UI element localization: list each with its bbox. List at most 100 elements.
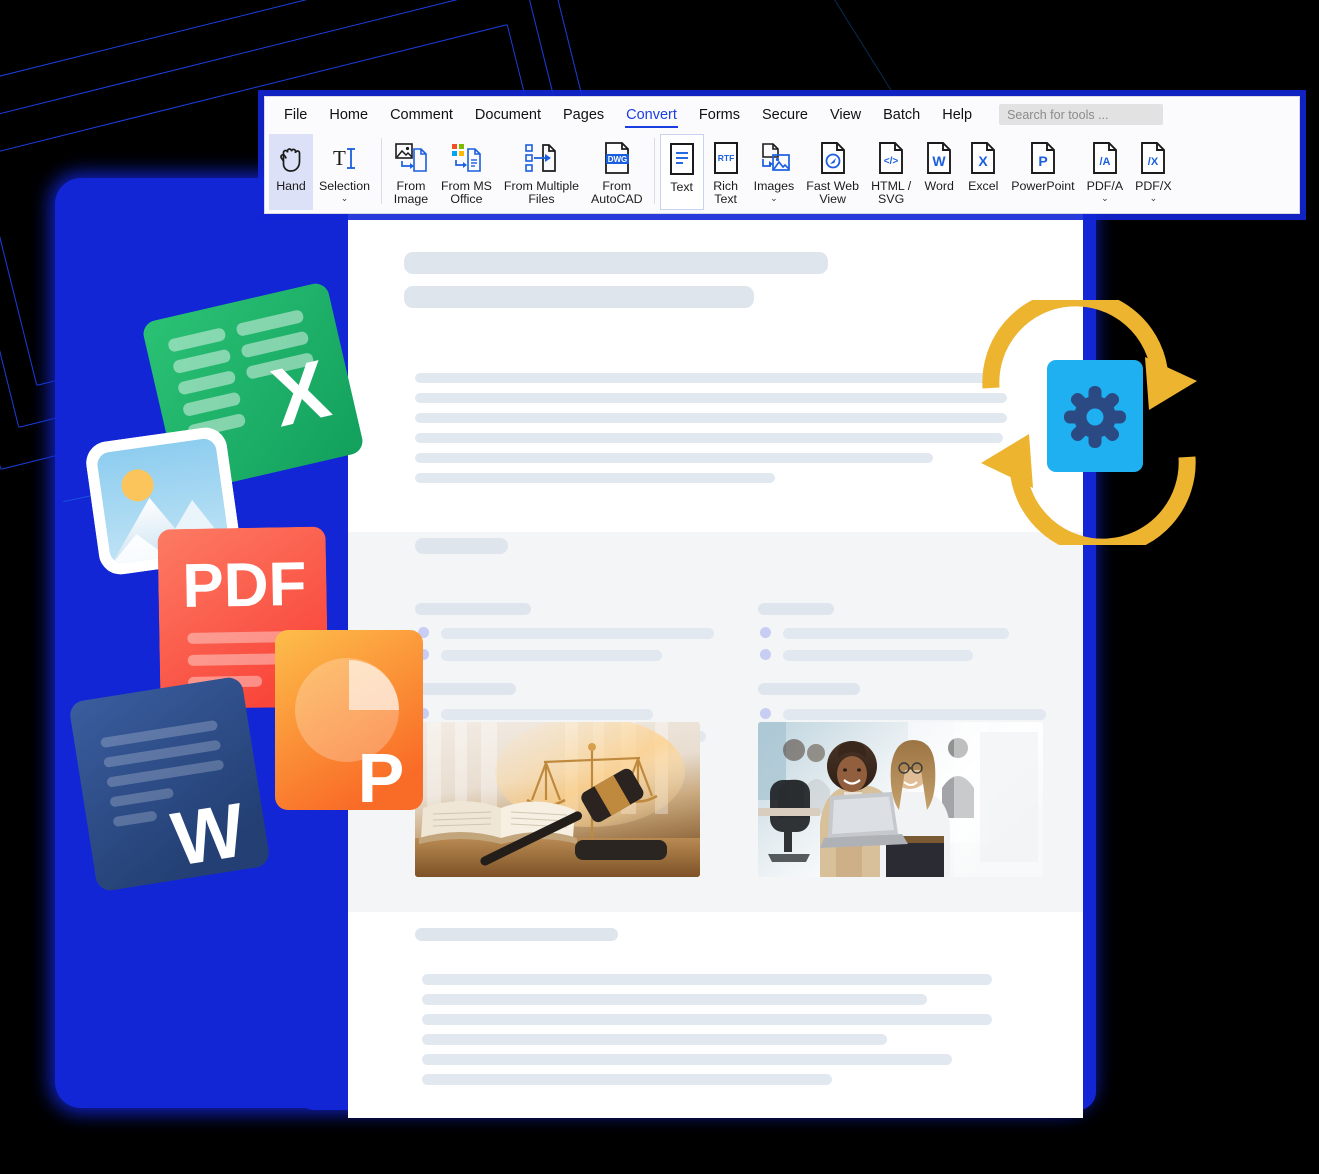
photo-office (758, 722, 1043, 877)
skeleton-bullet-line (441, 650, 662, 661)
svg-text:P: P (1038, 153, 1047, 169)
menu-bar: File Home Comment Document Pages Convert… (265, 97, 1299, 132)
tool-images[interactable]: Images ⌄ (748, 134, 801, 205)
gear-icon (1064, 386, 1126, 448)
powerpoint-doc-icon: P (275, 630, 423, 817)
toolbar-divider (380, 138, 382, 204)
from-ms-office-icon (448, 138, 484, 178)
tool-fast-web-view[interactable]: Fast Web View (800, 134, 865, 210)
tool-pdf-a-label: PDF/A (1086, 179, 1124, 193)
ribbon-toolbar: File Home Comment Document Pages Convert… (264, 96, 1300, 214)
skeleton-line (415, 433, 1003, 443)
word-doc-icon: W (68, 675, 271, 892)
document-preview-page (348, 118, 1083, 1118)
chevron-down-icon[interactable]: ⌄ (1150, 194, 1158, 203)
menu-item-batch[interactable]: Batch (872, 103, 931, 127)
tool-powerpoint[interactable]: P PowerPoint (1005, 134, 1080, 196)
tool-from-image-label: From Image (393, 179, 429, 207)
menu-item-document[interactable]: Document (464, 103, 552, 127)
tool-excel[interactable]: X Excel (961, 134, 1005, 196)
bullet-dot (760, 649, 771, 660)
skeleton-line (422, 994, 927, 1005)
fast-web-view-icon (819, 138, 847, 178)
tool-powerpoint-label: PowerPoint (1011, 179, 1075, 193)
tool-rich-text[interactable]: RTF Rich Text (704, 134, 748, 210)
skeleton-bullet-line (441, 709, 653, 720)
skeleton-line (415, 413, 1007, 423)
tool-rich-text-label: Rich Text (713, 179, 739, 207)
skeleton-bullet-line (783, 628, 1009, 639)
tool-hand-label: Hand (276, 179, 306, 193)
search-input[interactable]: Search for tools ... (999, 104, 1164, 125)
skeleton-heading (404, 252, 828, 274)
tool-hand[interactable]: Hand (269, 134, 313, 210)
screenshot-root: X PDF P W File Home Comment Document Pag… (0, 0, 1319, 1174)
menu-item-file[interactable]: File (273, 103, 318, 127)
svg-text:DWG: DWG (608, 155, 628, 164)
menu-item-pages[interactable]: Pages (552, 103, 615, 127)
tool-from-ms-office[interactable]: From MS Office (435, 134, 498, 210)
tool-pdf-x[interactable]: /X PDF/X ⌄ (1129, 134, 1178, 205)
tool-html-svg[interactable]: </> HTML / SVG (865, 134, 917, 210)
skeleton-label (415, 683, 516, 695)
pdfa-file-icon: /A (1091, 138, 1119, 178)
menu-item-comment[interactable]: Comment (379, 103, 464, 127)
tool-pdf-a[interactable]: /A PDF/A ⌄ (1081, 134, 1130, 205)
dwg-file-icon: DWG (601, 138, 633, 178)
tool-pdf-x-label: PDF/X (1135, 179, 1172, 193)
photo-gavel (415, 722, 700, 877)
tool-fast-web-view-label: Fast Web View (806, 179, 860, 207)
svg-text:T: T (333, 146, 346, 170)
menu-item-home[interactable]: Home (318, 103, 379, 127)
menu-item-convert[interactable]: Convert (615, 103, 688, 128)
tool-text[interactable]: Text (659, 134, 704, 210)
tool-from-multiple-files[interactable]: From Multiple Files (498, 134, 585, 210)
skeleton-label (758, 683, 860, 695)
tool-from-autocad[interactable]: DWG From AutoCAD (585, 134, 649, 210)
svg-text:</>: </> (884, 156, 899, 167)
arrow-head-left (981, 434, 1033, 488)
skeleton-subheading (415, 538, 508, 554)
chevron-down-icon[interactable]: ⌄ (341, 194, 349, 203)
tool-word-label: Word (924, 179, 954, 193)
skeleton-line (422, 974, 992, 985)
pdfx-file-icon: /X (1139, 138, 1167, 178)
svg-text:RTF: RTF (717, 153, 734, 163)
skeleton-line (422, 1014, 992, 1025)
skeleton-line (415, 373, 989, 383)
bullet-dot (760, 627, 771, 638)
tool-from-autocad-label: From AutoCAD (590, 179, 643, 207)
svg-text:/X: /X (1148, 156, 1159, 168)
skeleton-subheading (415, 928, 618, 941)
svg-text:X: X (979, 153, 989, 169)
menu-item-help[interactable]: Help (931, 103, 983, 127)
powerpoint-file-icon: P (1029, 138, 1057, 178)
skeleton-heading (404, 286, 754, 308)
tool-from-image[interactable]: From Image (387, 134, 435, 210)
excel-file-icon: X (969, 138, 997, 178)
chevron-down-icon[interactable]: ⌄ (1101, 194, 1109, 203)
html-svg-file-icon: </> (877, 138, 905, 178)
conversion-cycle-badge (955, 289, 1225, 556)
skeleton-bullet-line (783, 709, 1046, 720)
skeleton-label (758, 603, 834, 615)
tool-text-label: Text (670, 180, 693, 194)
text-selection-icon: T (328, 138, 360, 178)
bullet-dot (760, 708, 771, 719)
skeleton-line (415, 453, 933, 463)
svg-text:PDF: PDF (182, 550, 307, 621)
tool-html-svg-label: HTML / SVG (871, 179, 912, 207)
tool-from-ms-office-label: From MS Office (440, 179, 492, 207)
menu-item-forms[interactable]: Forms (688, 103, 751, 127)
skeleton-line (422, 1054, 952, 1065)
to-images-icon (756, 138, 792, 178)
menu-item-view[interactable]: View (819, 103, 872, 127)
svg-text:W: W (166, 787, 250, 882)
chevron-down-icon[interactable]: ⌄ (770, 194, 778, 203)
tool-selection[interactable]: T Selection ⌄ (313, 134, 376, 205)
text-file-icon (668, 139, 696, 179)
skeleton-line (422, 1034, 887, 1045)
menu-item-secure[interactable]: Secure (751, 103, 819, 127)
from-multiple-files-icon (523, 138, 559, 178)
tool-word[interactable]: W Word (917, 134, 961, 196)
